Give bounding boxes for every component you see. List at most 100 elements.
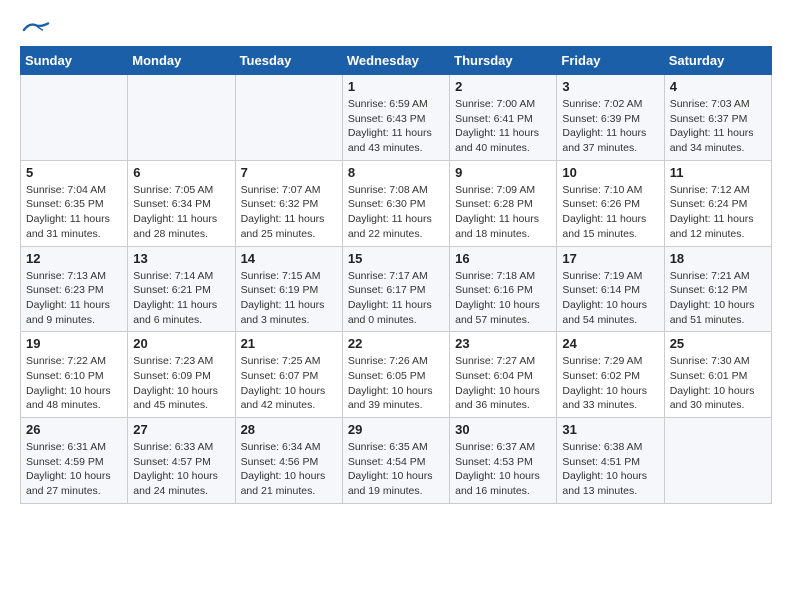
calendar-cell: 16 Sunrise: 7:18 AM Sunset: 6:16 PM Dayli… <box>450 246 557 332</box>
day-number: 4 <box>670 79 766 94</box>
calendar-cell: 1 Sunrise: 6:59 AM Sunset: 6:43 PM Daylig… <box>342 75 449 161</box>
calendar-cell: 19 Sunrise: 7:22 AM Sunset: 6:10 PM Dayli… <box>21 332 128 418</box>
day-number: 26 <box>26 422 122 437</box>
day-info: Sunrise: 6:34 AM Sunset: 4:56 PM Dayligh… <box>241 440 337 499</box>
day-info: Sunrise: 6:38 AM Sunset: 4:51 PM Dayligh… <box>562 440 658 499</box>
day-number: 11 <box>670 165 766 180</box>
day-number: 8 <box>348 165 444 180</box>
day-number: 10 <box>562 165 658 180</box>
day-info: Sunrise: 6:37 AM Sunset: 4:53 PM Dayligh… <box>455 440 551 499</box>
calendar-cell: 15 Sunrise: 7:17 AM Sunset: 6:17 PM Dayli… <box>342 246 449 332</box>
day-info: Sunrise: 7:07 AM Sunset: 6:32 PM Dayligh… <box>241 183 337 242</box>
day-number: 5 <box>26 165 122 180</box>
calendar-header: SundayMondayTuesdayWednesdayThursdayFrid… <box>21 47 772 75</box>
weekday-header: Saturday <box>664 47 771 75</box>
day-info: Sunrise: 7:12 AM Sunset: 6:24 PM Dayligh… <box>670 183 766 242</box>
day-info: Sunrise: 7:03 AM Sunset: 6:37 PM Dayligh… <box>670 97 766 156</box>
calendar-cell: 23 Sunrise: 7:27 AM Sunset: 6:04 PM Dayli… <box>450 332 557 418</box>
calendar-cell <box>21 75 128 161</box>
calendar-cell: 21Sunrise: 7:25 AM Sunset: 6:07 PM Dayli… <box>235 332 342 418</box>
calendar-table: SundayMondayTuesdayWednesdayThursdayFrid… <box>20 46 772 504</box>
calendar-week-row: 26 Sunrise: 6:31 AM Sunset: 4:59 PM Dayli… <box>21 418 772 504</box>
day-number: 16 <box>455 251 551 266</box>
calendar-cell: 13 Sunrise: 7:14 AM Sunset: 6:21 PM Dayli… <box>128 246 235 332</box>
day-info: Sunrise: 6:35 AM Sunset: 4:54 PM Dayligh… <box>348 440 444 499</box>
day-number: 20 <box>133 336 229 351</box>
day-number: 25 <box>670 336 766 351</box>
day-info: Sunrise: 7:19 AM Sunset: 6:14 PM Dayligh… <box>562 269 658 328</box>
day-info: Sunrise: 7:21 AM Sunset: 6:12 PM Dayligh… <box>670 269 766 328</box>
day-info: Sunrise: 7:05 AM Sunset: 6:34 PM Dayligh… <box>133 183 229 242</box>
day-number: 23 <box>455 336 551 351</box>
day-info: Sunrise: 7:25 AM Sunset: 6:07 PM Dayligh… <box>241 354 337 413</box>
calendar-cell <box>235 75 342 161</box>
calendar-cell: 25 Sunrise: 7:30 AM Sunset: 6:01 PM Dayli… <box>664 332 771 418</box>
weekday-header: Sunday <box>21 47 128 75</box>
calendar-cell: 28 Sunrise: 6:34 AM Sunset: 4:56 PM Dayli… <box>235 418 342 504</box>
day-number: 24 <box>562 336 658 351</box>
weekday-header: Tuesday <box>235 47 342 75</box>
calendar-week-row: 12 Sunrise: 7:13 AM Sunset: 6:23 PM Dayli… <box>21 246 772 332</box>
day-info: Sunrise: 7:26 AM Sunset: 6:05 PM Dayligh… <box>348 354 444 413</box>
calendar-cell: 4 Sunrise: 7:03 AM Sunset: 6:37 PM Daylig… <box>664 75 771 161</box>
calendar-cell: 20 Sunrise: 7:23 AM Sunset: 6:09 PM Dayli… <box>128 332 235 418</box>
logo-bird-icon <box>22 20 50 40</box>
day-info: Sunrise: 7:08 AM Sunset: 6:30 PM Dayligh… <box>348 183 444 242</box>
calendar-cell: 6Sunrise: 7:05 AM Sunset: 6:34 PM Daylig… <box>128 160 235 246</box>
day-info: Sunrise: 7:09 AM Sunset: 6:28 PM Dayligh… <box>455 183 551 242</box>
calendar-cell: 22Sunrise: 7:26 AM Sunset: 6:05 PM Dayli… <box>342 332 449 418</box>
day-info: Sunrise: 7:23 AM Sunset: 6:09 PM Dayligh… <box>133 354 229 413</box>
day-number: 28 <box>241 422 337 437</box>
day-info: Sunrise: 7:13 AM Sunset: 6:23 PM Dayligh… <box>26 269 122 328</box>
day-number: 3 <box>562 79 658 94</box>
day-info: Sunrise: 7:00 AM Sunset: 6:41 PM Dayligh… <box>455 97 551 156</box>
calendar-cell: 24Sunrise: 7:29 AM Sunset: 6:02 PM Dayli… <box>557 332 664 418</box>
day-number: 7 <box>241 165 337 180</box>
calendar-cell: 14Sunrise: 7:15 AM Sunset: 6:19 PM Dayli… <box>235 246 342 332</box>
logo <box>20 20 50 36</box>
calendar-cell: 18 Sunrise: 7:21 AM Sunset: 6:12 PM Dayli… <box>664 246 771 332</box>
day-number: 30 <box>455 422 551 437</box>
day-number: 12 <box>26 251 122 266</box>
day-number: 29 <box>348 422 444 437</box>
calendar-week-row: 1 Sunrise: 6:59 AM Sunset: 6:43 PM Daylig… <box>21 75 772 161</box>
calendar-cell: 11 Sunrise: 7:12 AM Sunset: 6:24 PM Dayli… <box>664 160 771 246</box>
day-info: Sunrise: 7:10 AM Sunset: 6:26 PM Dayligh… <box>562 183 658 242</box>
day-number: 18 <box>670 251 766 266</box>
day-number: 15 <box>348 251 444 266</box>
day-info: Sunrise: 7:30 AM Sunset: 6:01 PM Dayligh… <box>670 354 766 413</box>
day-info: Sunrise: 6:59 AM Sunset: 6:43 PM Dayligh… <box>348 97 444 156</box>
weekday-header: Monday <box>128 47 235 75</box>
day-info: Sunrise: 7:17 AM Sunset: 6:17 PM Dayligh… <box>348 269 444 328</box>
calendar-cell: 12 Sunrise: 7:13 AM Sunset: 6:23 PM Dayli… <box>21 246 128 332</box>
calendar-cell: 31 Sunrise: 6:38 AM Sunset: 4:51 PM Dayli… <box>557 418 664 504</box>
day-number: 27 <box>133 422 229 437</box>
day-number: 19 <box>26 336 122 351</box>
calendar-cell: 7 Sunrise: 7:07 AM Sunset: 6:32 PM Daylig… <box>235 160 342 246</box>
calendar-cell: 8 Sunrise: 7:08 AM Sunset: 6:30 PM Daylig… <box>342 160 449 246</box>
day-info: Sunrise: 6:33 AM Sunset: 4:57 PM Dayligh… <box>133 440 229 499</box>
calendar-cell: 5Sunrise: 7:04 AM Sunset: 6:35 PM Daylig… <box>21 160 128 246</box>
calendar-cell: 3 Sunrise: 7:02 AM Sunset: 6:39 PM Daylig… <box>557 75 664 161</box>
day-info: Sunrise: 6:31 AM Sunset: 4:59 PM Dayligh… <box>26 440 122 499</box>
day-number: 1 <box>348 79 444 94</box>
day-info: Sunrise: 7:18 AM Sunset: 6:16 PM Dayligh… <box>455 269 551 328</box>
calendar-cell: 30 Sunrise: 6:37 AM Sunset: 4:53 PM Dayli… <box>450 418 557 504</box>
calendar-week-row: 5Sunrise: 7:04 AM Sunset: 6:35 PM Daylig… <box>21 160 772 246</box>
calendar-cell: 27 Sunrise: 6:33 AM Sunset: 4:57 PM Dayli… <box>128 418 235 504</box>
day-number: 9 <box>455 165 551 180</box>
calendar-cell: 9 Sunrise: 7:09 AM Sunset: 6:28 PM Daylig… <box>450 160 557 246</box>
calendar-cell: 17 Sunrise: 7:19 AM Sunset: 6:14 PM Dayli… <box>557 246 664 332</box>
day-info: Sunrise: 7:27 AM Sunset: 6:04 PM Dayligh… <box>455 354 551 413</box>
day-info: Sunrise: 7:02 AM Sunset: 6:39 PM Dayligh… <box>562 97 658 156</box>
day-number: 13 <box>133 251 229 266</box>
calendar-cell: 2Sunrise: 7:00 AM Sunset: 6:41 PM Daylig… <box>450 75 557 161</box>
day-info: Sunrise: 7:14 AM Sunset: 6:21 PM Dayligh… <box>133 269 229 328</box>
day-info: Sunrise: 7:15 AM Sunset: 6:19 PM Dayligh… <box>241 269 337 328</box>
day-number: 31 <box>562 422 658 437</box>
page-header <box>20 20 772 36</box>
weekday-header: Wednesday <box>342 47 449 75</box>
day-number: 17 <box>562 251 658 266</box>
day-info: Sunrise: 7:22 AM Sunset: 6:10 PM Dayligh… <box>26 354 122 413</box>
calendar-cell: 26 Sunrise: 6:31 AM Sunset: 4:59 PM Dayli… <box>21 418 128 504</box>
